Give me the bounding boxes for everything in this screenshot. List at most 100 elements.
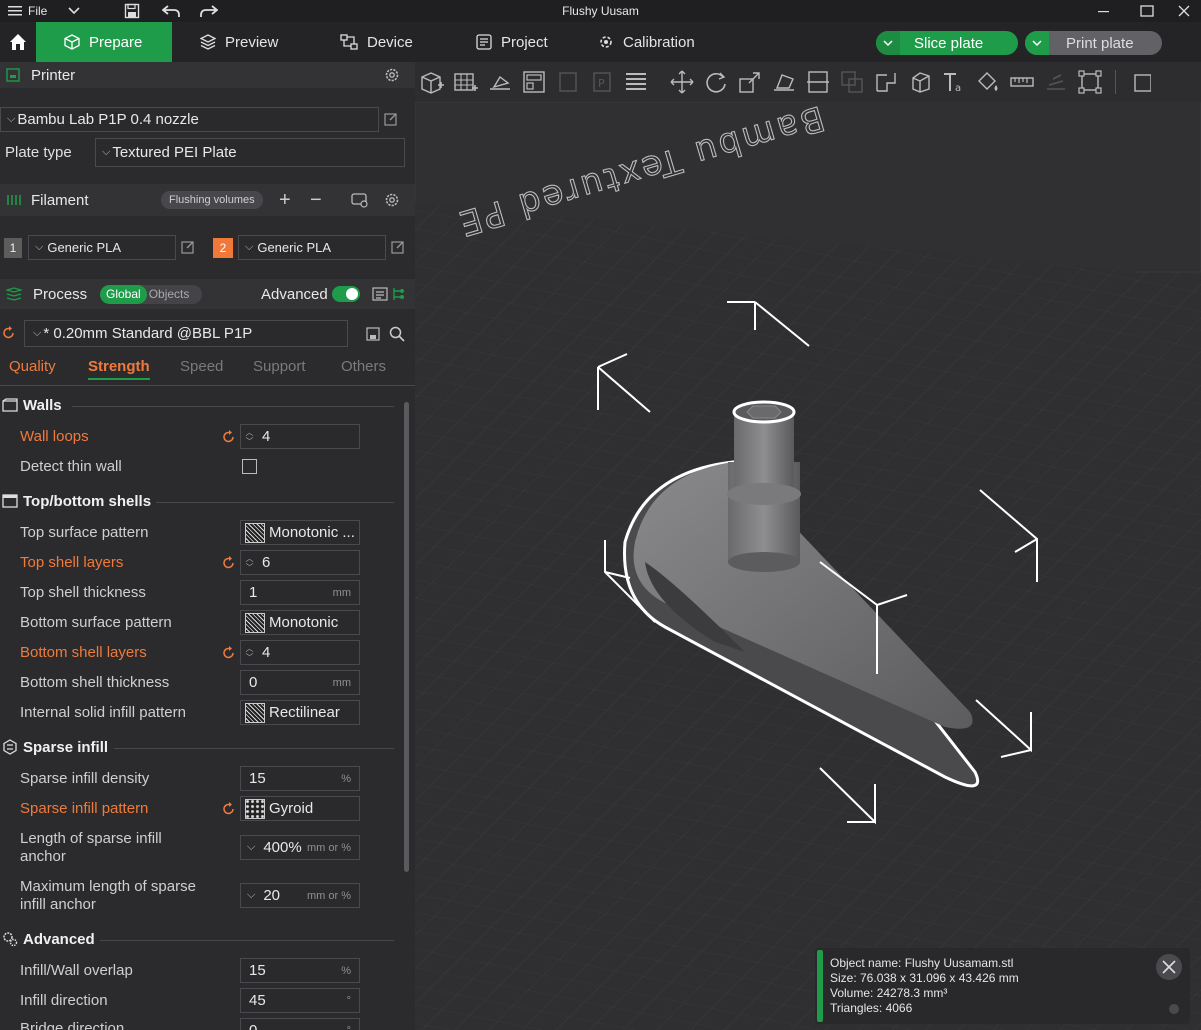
tab-calibration[interactable]: Calibration <box>570 22 710 62</box>
filament-2-select[interactable]: ⌵ Generic PLA <box>238 235 386 260</box>
detect-thin-wall-checkbox[interactable] <box>242 459 257 474</box>
auto-orient-icon[interactable] <box>483 65 517 99</box>
edit-icon[interactable] <box>384 112 398 126</box>
save-preset-icon[interactable] <box>366 327 380 341</box>
sparse-anchor-max-select[interactable]: ⌵ 20 mm or % <box>240 883 360 908</box>
file-menu-button[interactable]: File <box>8 0 47 22</box>
toggle-objects-option[interactable]: Objects <box>147 287 190 301</box>
assembly-icon[interactable] <box>1039 65 1073 99</box>
bottom-surface-pattern-select[interactable]: Monotonic <box>240 610 360 635</box>
internal-solid-infill-pattern-select[interactable]: Rectilinear <box>240 700 360 725</box>
filament-1-color-swatch[interactable]: 1 <box>4 238 22 258</box>
edit-icon[interactable] <box>391 240 405 254</box>
subtab-quality[interactable]: Quality <box>9 358 56 375</box>
top-shell-thickness-input[interactable]: 1 mm <box>240 580 360 605</box>
subtab-speed[interactable]: Speed <box>180 358 223 375</box>
move-icon[interactable] <box>665 65 699 99</box>
add-plate-icon[interactable] <box>449 65 483 99</box>
maximize-button[interactable] <box>1140 0 1154 22</box>
tab-prepare[interactable]: Prepare <box>36 22 172 62</box>
add-object-icon[interactable] <box>415 65 449 99</box>
sparse-infill-pattern-select[interactable]: Gyroid <box>240 796 360 821</box>
top-surface-pattern-select[interactable]: Monotonic ... <box>240 520 360 545</box>
device-icon <box>340 34 358 50</box>
wall-loops-stepper[interactable]: ︿ ﹀ 4 <box>240 424 360 449</box>
reset-icon[interactable] <box>222 556 236 570</box>
sparse-infill-density-input[interactable]: 15 % <box>240 766 360 791</box>
cut-icon[interactable] <box>801 65 835 99</box>
stepper-arrows-icon[interactable]: ︿ ﹀ <box>241 644 258 662</box>
measure-icon[interactable] <box>1005 65 1039 99</box>
bridge-direction-input[interactable]: 0 ° <box>240 1018 360 1030</box>
build-plate-scene[interactable]: Bambu Textured PE <box>415 62 1201 1030</box>
remove-filament-icon[interactable]: − <box>310 189 322 212</box>
view-fit-icon[interactable] <box>1073 65 1107 99</box>
split-objects-icon[interactable] <box>551 65 585 99</box>
rotate-icon[interactable] <box>699 65 733 99</box>
subtab-others[interactable]: Others <box>341 358 386 375</box>
color-paint-icon[interactable] <box>971 65 1005 99</box>
lay-on-face-icon[interactable] <box>767 65 801 99</box>
overflow-tools-icon[interactable] <box>1124 65 1158 99</box>
toggle-global-option[interactable]: Global <box>100 284 147 304</box>
chevron-down-icon[interactable] <box>876 31 900 55</box>
infill-direction-input[interactable]: 45 ° <box>240 988 360 1013</box>
scale-icon[interactable] <box>733 65 767 99</box>
stepper-arrows-icon[interactable]: ︿ ﹀ <box>241 554 258 572</box>
infill-wall-overlap-input[interactable]: 15 % <box>240 958 360 983</box>
plate-type-select[interactable]: ⌵ Textured PEI Plate <box>95 138 405 167</box>
flushing-volumes-button[interactable]: Flushing volumes <box>161 191 263 209</box>
arrange-icon[interactable] <box>517 65 551 99</box>
seam-paint-icon[interactable] <box>903 65 937 99</box>
process-preset-select[interactable]: ⌵ * 0.20mm Standard @BBL P1P <box>24 320 348 347</box>
printer-preset-select[interactable]: ⌵ Bambu Lab P1P 0.4 nozzle <box>0 107 379 132</box>
tab-preview[interactable]: Preview <box>172 22 310 62</box>
edit-icon[interactable] <box>181 240 195 254</box>
svg-text:P: P <box>598 77 605 90</box>
undo-icon[interactable] <box>162 0 180 22</box>
print-plate-button[interactable]: Print plate <box>1025 31 1162 55</box>
split-parts-icon[interactable]: P <box>585 65 619 99</box>
object-tree-icon[interactable] <box>392 286 406 302</box>
list-compare-icon[interactable] <box>372 286 388 302</box>
tab-device[interactable]: Device <box>310 22 444 62</box>
gear-icon[interactable] <box>384 67 400 83</box>
home-button[interactable] <box>0 22 36 62</box>
subtab-support[interactable]: Support <box>253 358 306 375</box>
add-filament-icon[interactable]: + <box>279 189 291 212</box>
text-tool-icon[interactable]: a <box>937 65 971 99</box>
top-shell-layers-stepper[interactable]: ︿ ﹀ 6 <box>240 550 360 575</box>
settings-scrollbar[interactable] <box>404 402 409 872</box>
sparse-anchor-label-line2: anchor <box>20 848 66 865</box>
sparse-anchor-select[interactable]: ⌵ 400% mm or % <box>240 835 360 860</box>
reset-icon[interactable] <box>2 326 16 340</box>
stepper-arrows-icon[interactable]: ︿ ﹀ <box>241 428 258 446</box>
boolean-icon[interactable] <box>835 65 869 99</box>
3d-viewport[interactable]: Bambu Textured PE <box>415 62 1201 1030</box>
reset-icon[interactable] <box>222 430 236 444</box>
advanced-toggle-switch[interactable] <box>332 286 360 302</box>
minimize-button[interactable] <box>1098 0 1110 22</box>
filament-1-select[interactable]: ⌵ Generic PLA <box>28 235 176 260</box>
close-window-button[interactable] <box>1178 0 1190 22</box>
support-paint-icon[interactable] <box>869 65 903 99</box>
redo-icon[interactable] <box>200 0 218 22</box>
chevron-down-icon[interactable] <box>68 0 80 22</box>
filament-sync-icon[interactable] <box>351 192 369 208</box>
subtab-strength[interactable]: Strength <box>88 358 150 380</box>
bottom-shell-layers-stepper[interactable]: ︿ ﹀ 4 <box>240 640 360 665</box>
reset-icon[interactable] <box>222 646 236 660</box>
reset-icon[interactable] <box>222 802 236 816</box>
close-info-button[interactable] <box>1156 954 1182 980</box>
slice-plate-button[interactable]: Slice plate <box>876 31 1018 55</box>
chevron-down-icon[interactable] <box>1025 31 1049 55</box>
gear-icon[interactable] <box>384 192 400 208</box>
search-icon[interactable] <box>389 326 405 342</box>
bottom-shell-thickness-input[interactable]: 0 mm <box>240 670 360 695</box>
tab-project[interactable]: Project <box>444 22 570 62</box>
filament-2-color-swatch[interactable]: 2 <box>213 238 233 258</box>
layers-menu-icon[interactable] <box>619 65 653 99</box>
save-icon[interactable] <box>124 0 140 22</box>
collapse-info-icon[interactable] <box>1169 1004 1179 1014</box>
global-objects-toggle[interactable]: Global Objects <box>100 284 202 304</box>
